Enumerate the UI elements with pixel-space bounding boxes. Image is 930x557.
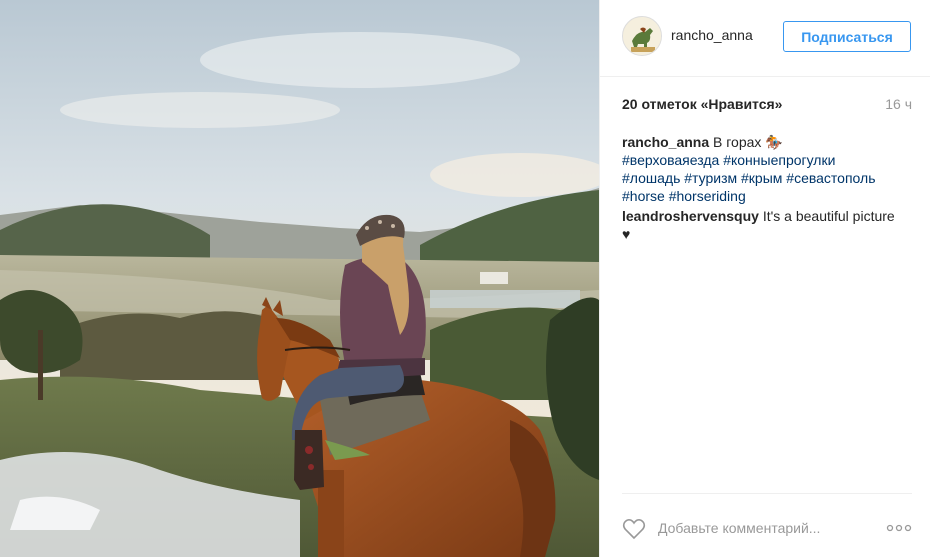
post-author-username[interactable]: rancho_anna — [671, 27, 753, 43]
avatar-horse-logo — [623, 17, 661, 55]
caption-hashtags-line3[interactable]: #horse #horseriding — [622, 188, 746, 204]
caption-hashtags-line2[interactable]: #лошадь #туризм #крым #севастополь — [622, 170, 875, 186]
comment-item: leandroshervensquy It's a beautiful pict… — [622, 207, 912, 243]
comment-text: It's a beautiful picture — [762, 208, 895, 224]
heart-emoji-icon: ♥ — [622, 226, 631, 242]
post-footer — [622, 493, 912, 557]
caption: rancho_anna В горах 🏇 #верховаяезда #кон… — [622, 133, 912, 205]
comments-list: rancho_anna В горах 🏇 #верховаяезда #кон… — [622, 133, 912, 245]
avatar[interactable] — [622, 16, 662, 56]
post-photo[interactable] — [0, 0, 599, 557]
more-options-icon[interactable] — [886, 520, 912, 536]
caption-username[interactable]: rancho_anna — [622, 134, 709, 150]
comment-input[interactable] — [658, 518, 858, 538]
heart-icon[interactable] — [622, 518, 646, 540]
caption-hashtags-line1[interactable]: #верховаяезда #конныепрогулки — [622, 152, 835, 168]
caption-text: В горах — [713, 134, 762, 150]
post-header: rancho_anna Подписаться — [600, 0, 930, 77]
likes-count[interactable]: 20 отметок «Нравится» — [622, 96, 782, 112]
comment-username[interactable]: leandroshervensquy — [622, 208, 759, 224]
post-photo-image — [0, 0, 599, 557]
post-timestamp[interactable]: 16 ч — [885, 96, 912, 112]
follow-button[interactable]: Подписаться — [783, 21, 911, 52]
post-sidebar: rancho_anna Подписаться 20 отметок «Нрав… — [599, 0, 930, 557]
likes-row: 20 отметок «Нравится» 16 ч — [622, 96, 912, 114]
horse-racing-emoji-icon: 🏇 — [765, 134, 783, 150]
